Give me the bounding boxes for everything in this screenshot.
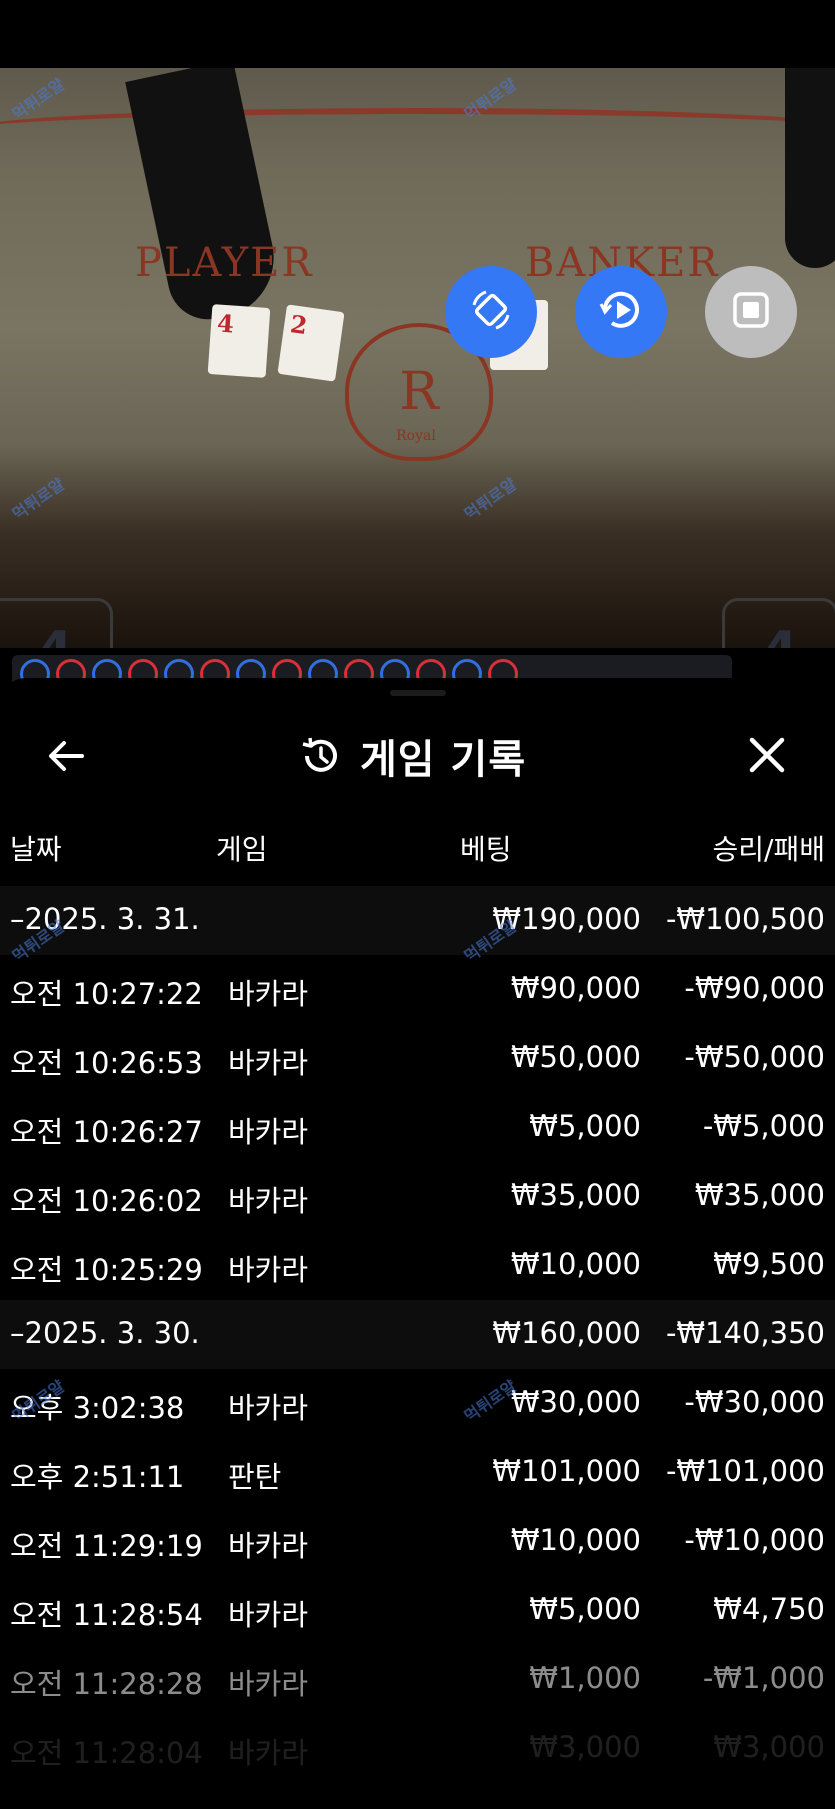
stop-icon [731, 290, 771, 334]
row-bet: ₩35,000 [510, 1178, 641, 1212]
history-row[interactable]: 오후 3:02:38 바카라 ₩30,000 -₩30,000 [0, 1369, 835, 1438]
row-result: -₩1,000 [702, 1661, 825, 1695]
history-list: –2025. 3. 31. ₩190,000 -₩100,500 오전 10:2… [0, 886, 835, 1783]
history-row[interactable]: 오후 2:51:11 판탄 ₩101,000 -₩101,000 [0, 1438, 835, 1507]
row-date: 오전 11:29:19 [10, 1529, 203, 1563]
row-bet: ₩90,000 [510, 971, 641, 1005]
row-bet: ₩30,000 [510, 1385, 641, 1419]
history-row[interactable]: 오전 10:26:53 바카라 ₩50,000 -₩50,000 [0, 1024, 835, 1093]
player-card-2: 2 [277, 304, 345, 382]
crest-letter: R [399, 362, 439, 422]
row-bet: ₩1,000 [529, 1661, 641, 1695]
row-date: 오후 2:51:11 [10, 1460, 185, 1494]
column-bet: 베팅 [460, 833, 512, 866]
row-bet: ₩5,000 [529, 1592, 641, 1626]
row-result: -₩50,000 [684, 1040, 825, 1074]
row-game: 바카라 [228, 1667, 309, 1701]
player-card-1: 4 [207, 304, 271, 378]
row-result: -₩5,000 [702, 1109, 825, 1143]
top-status-area [0, 0, 835, 68]
row-result: -₩100,500 [665, 902, 825, 936]
row-game: 바카라 [228, 1598, 309, 1632]
history-row[interactable]: 오전 10:25:29 바카라 ₩10,000 ₩9,500 [0, 1231, 835, 1300]
row-game: 바카라 [228, 1115, 309, 1149]
row-game: 바카라 [228, 1253, 309, 1287]
game-history-sheet: 게임 기록 날짜 게임 베팅 승리/패배 –2025. 3. 31. ₩190,… [0, 678, 835, 1809]
row-result: ₩35,000 [694, 1178, 825, 1212]
row-result: -₩90,000 [684, 971, 825, 1005]
player-score-box: 4 [0, 598, 113, 648]
title-group: 게임 기록 [298, 728, 526, 784]
column-date: 날짜 [10, 833, 62, 866]
row-date: 오전 11:28:04 [10, 1736, 203, 1770]
sheet-title: 게임 기록 [360, 737, 527, 783]
row-result: -₩101,000 [665, 1454, 825, 1488]
row-game: 바카라 [228, 1391, 309, 1425]
row-date: 오전 11:28:54 [10, 1598, 203, 1632]
row-bet: ₩101,000 [492, 1454, 641, 1488]
watermark: 먹튀로얄 [460, 474, 520, 524]
history-row[interactable]: 오전 11:29:19 바카라 ₩10,000 -₩10,000 [0, 1507, 835, 1576]
row-result: -₩10,000 [684, 1523, 825, 1557]
felt-player-label: PLAYER [135, 240, 314, 286]
row-bet: ₩50,000 [510, 1040, 641, 1074]
rotate-screen-icon [466, 285, 516, 339]
history-row[interactable]: 오전 11:28:28 바카라 ₩1,000 -₩1,000 [0, 1645, 835, 1714]
history-row[interactable]: 오전 10:27:22 바카라 ₩90,000 -₩90,000 [0, 955, 835, 1024]
row-date: 오전 10:26:53 [10, 1046, 203, 1080]
row-result: ₩9,500 [713, 1247, 825, 1281]
replay-icon [595, 284, 647, 340]
row-bet: ₩5,000 [529, 1109, 641, 1143]
dealer-arm-right [785, 68, 835, 268]
stop-button[interactable] [705, 266, 797, 358]
history-row[interactable]: 오전 10:26:27 바카라 ₩5,000 -₩5,000 [0, 1093, 835, 1162]
table-rim [0, 108, 835, 154]
row-date: 오전 10:25:29 [10, 1253, 203, 1287]
history-row[interactable]: 오전 11:28:54 바카라 ₩5,000 ₩4,750 [0, 1576, 835, 1645]
close-button[interactable] [744, 732, 790, 778]
row-game: 바카라 [228, 1184, 309, 1218]
close-icon [749, 737, 785, 773]
arrow-left-icon [49, 741, 84, 771]
sheet-header: 게임 기록 [0, 718, 835, 792]
row-game: 바카라 [228, 977, 309, 1011]
column-game: 게임 [216, 833, 268, 866]
row-result: -₩30,000 [684, 1385, 825, 1419]
row-game: 바카라 [228, 1736, 309, 1770]
row-game: 바카라 [228, 1529, 309, 1563]
sheet-drag-handle[interactable] [390, 690, 446, 696]
row-bet: ₩3,000 [529, 1730, 641, 1764]
row-game: 바카라 [228, 1046, 309, 1080]
row-date: 오전 10:26:27 [10, 1115, 203, 1149]
back-button[interactable] [44, 734, 88, 778]
replay-button[interactable] [575, 266, 667, 358]
row-bet: ₩10,000 [510, 1523, 641, 1557]
row-result: -₩140,350 [665, 1316, 825, 1350]
history-row[interactable]: 오전 11:28:04 바카라 ₩3,000 ₩3,000 [0, 1714, 835, 1783]
dealer-arm-left [125, 68, 285, 327]
row-result: ₩4,750 [713, 1592, 825, 1626]
player-score: 4 [37, 621, 73, 648]
row-bet: ₩10,000 [510, 1247, 641, 1281]
history-row[interactable]: 오전 10:26:02 바카라 ₩35,000 ₩35,000 [0, 1162, 835, 1231]
row-date: –2025. 3. 30. [10, 1316, 200, 1350]
row-date: 오전 11:28:28 [10, 1667, 203, 1701]
row-result: ₩3,000 [713, 1730, 825, 1764]
rotate-screen-button[interactable] [445, 266, 537, 358]
column-result: 승리/패배 [712, 833, 825, 866]
row-game: 판탄 [228, 1460, 282, 1494]
date-group-row[interactable]: –2025. 3. 31. ₩190,000 -₩100,500 [0, 886, 835, 955]
watermark: 먹튀로얄 [8, 474, 68, 524]
row-date: 오전 10:26:02 [10, 1184, 203, 1218]
history-icon [302, 737, 337, 772]
row-date: 오전 10:27:22 [10, 977, 203, 1011]
banker-score-box: 4 [722, 598, 835, 648]
live-video-feed[interactable]: PLAYER BANKER 4 2 4 R Royal [0, 68, 835, 648]
column-headers: 날짜 게임 베팅 승리/패배 [0, 828, 835, 868]
banker-score: 4 [762, 621, 798, 648]
crest-banner: Royal [396, 428, 436, 444]
row-bet: ₩160,000 [492, 1316, 641, 1350]
date-group-row[interactable]: –2025. 3. 30. ₩160,000 -₩140,350 [0, 1300, 835, 1369]
